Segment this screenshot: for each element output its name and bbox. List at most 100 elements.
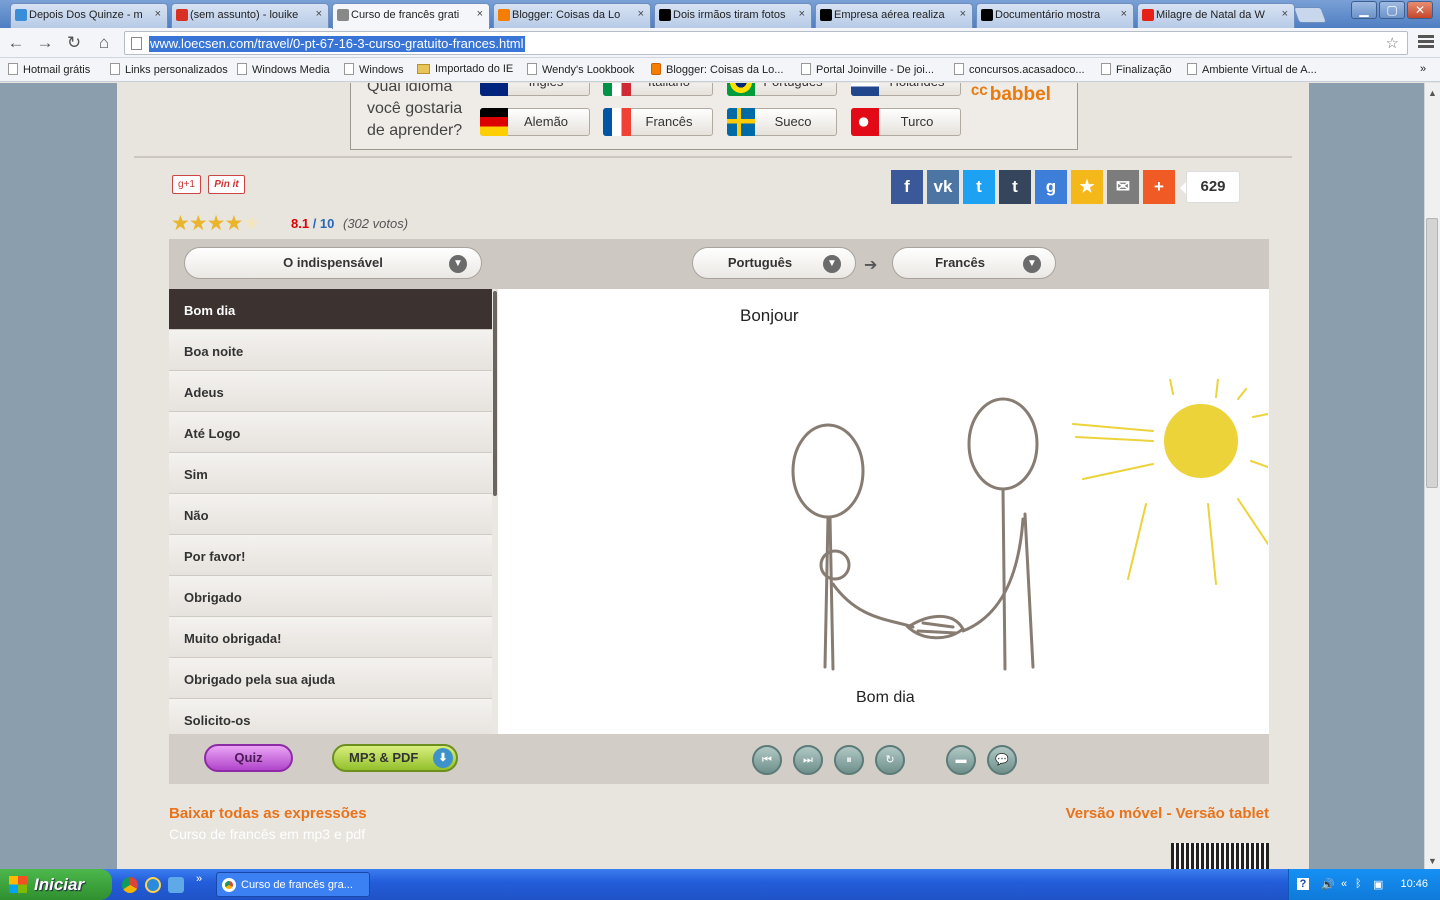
bookmark-star-icon[interactable]: ☆	[1386, 34, 1399, 52]
tab-3[interactable]: Blogger: Coisas da Lo ×	[493, 3, 651, 28]
address-bar[interactable]: www.loecsen.com/travel/0-pt-67-16-3-curs…	[124, 31, 1408, 55]
tab-close-icon[interactable]: ×	[799, 8, 805, 20]
vk-icon[interactable]: vk	[927, 170, 959, 204]
phrase-item[interactable]: Obrigado pela sua ajuda	[169, 658, 492, 699]
phrase-item[interactable]: Obrigado	[169, 576, 492, 617]
close-window-button[interactable]: ✕	[1407, 1, 1433, 19]
volume-icon[interactable]: 🔊	[1321, 878, 1335, 891]
language-button-de[interactable]: Alemão	[480, 108, 590, 136]
help-icon[interactable]: ?	[1297, 878, 1309, 890]
dialog-icon[interactable]: 💬	[987, 745, 1017, 775]
tab-0[interactable]: Depois Dos Quinze - m ×	[10, 3, 168, 28]
phrase-item[interactable]: Adeus	[169, 371, 492, 412]
taskbar-item-chrome[interactable]: Curso de francês gra...	[216, 872, 370, 897]
tab-close-icon[interactable]: ×	[1121, 8, 1127, 20]
pin-it-button[interactable]: Pin it	[208, 175, 245, 194]
network-icon[interactable]: ▣	[1373, 878, 1385, 891]
repeat-icon[interactable]: ↻	[875, 745, 905, 775]
scroll-up-icon[interactable]: ▲	[1428, 88, 1437, 98]
phrase-item[interactable]: Boa noite	[169, 330, 492, 371]
bookmark-item[interactable]: Wendy's Lookbook	[527, 63, 634, 76]
mp3-pdf-button[interactable]: MP3 & PDF ⬇	[332, 744, 458, 772]
phrase-item[interactable]: Não	[169, 494, 492, 535]
tab-6[interactable]: Documentário mostra ×	[976, 3, 1134, 28]
language-button-tr[interactable]: Turco	[851, 108, 961, 136]
maximize-button[interactable]: ▢	[1379, 1, 1405, 19]
minimize-button[interactable]: ▁	[1351, 1, 1377, 19]
bookmark-item[interactable]: Ambiente Virtual de A...	[1187, 63, 1317, 76]
quiz-button[interactable]: Quiz	[204, 744, 293, 772]
phrase-item[interactable]: Muito obrigada!	[169, 617, 492, 658]
internet-explorer-icon[interactable]	[145, 877, 161, 893]
facebook-icon[interactable]: f	[891, 170, 923, 204]
babbel-logo[interactable]: ᶜᶜ babbel	[971, 83, 1051, 106]
category-select[interactable]: O indispensável ▼	[184, 247, 482, 279]
tab-close-icon[interactable]: ×	[638, 8, 644, 20]
phrase-item[interactable]: Por favor!	[169, 535, 492, 576]
subtitle-icon[interactable]: ▬	[946, 745, 976, 775]
phrase-item[interactable]: Até Logo	[169, 412, 492, 453]
url-text[interactable]: www.loecsen.com/travel/0-pt-67-16-3-curs…	[149, 36, 525, 52]
tab-2[interactable]: Curso de francês grati ×	[332, 3, 490, 29]
rating-stars[interactable]: ★★★★★	[171, 211, 261, 236]
bookmark-item[interactable]: Blogger: Coisas da Lo...	[651, 63, 783, 76]
bookmark-item[interactable]: Hotmail grátis	[8, 63, 90, 76]
tray-expand-icon[interactable]: «	[1341, 878, 1353, 890]
tab-close-icon[interactable]: ×	[155, 8, 161, 20]
language-button-br[interactable]: Português	[727, 83, 837, 96]
language-button-fr[interactable]: Francês	[603, 108, 713, 136]
google-plus-one-button[interactable]: g+1	[172, 175, 201, 194]
google-icon[interactable]: g	[1035, 170, 1067, 204]
forward-icon[interactable]: →	[35, 33, 55, 53]
twitter-icon[interactable]: t	[963, 170, 995, 204]
reload-icon[interactable]: ↻	[64, 33, 84, 53]
quick-launch-icon[interactable]	[168, 877, 184, 893]
star-icon[interactable]: ★	[1071, 170, 1103, 204]
phrase-list-scroll-thumb[interactable]	[493, 291, 497, 496]
new-tab-button[interactable]	[1293, 7, 1327, 23]
quick-launch-more[interactable]: »	[196, 873, 202, 885]
flag-se-icon	[727, 108, 755, 136]
start-button[interactable]: Iniciar	[0, 869, 112, 900]
phrase-item[interactable]: Bom dia	[169, 289, 492, 330]
language-button-uk[interactable]: Inglês	[480, 83, 590, 96]
language-button-nl[interactable]: Holandês	[851, 83, 961, 96]
phrase-item[interactable]: Sim	[169, 453, 492, 494]
mobile-tablet-link[interactable]: Versão móvel - Versão tablet	[1066, 805, 1269, 822]
back-icon[interactable]: ←	[6, 33, 26, 53]
scroll-down-icon[interactable]: ▼	[1428, 856, 1437, 866]
tab-close-icon[interactable]: ×	[1282, 8, 1288, 20]
email-icon[interactable]: ✉	[1107, 170, 1139, 204]
language-button-it[interactable]: Italiano	[603, 83, 713, 96]
bookmark-item[interactable]: Links personalizados	[110, 63, 228, 76]
pause-icon[interactable]: ⏸	[834, 745, 864, 775]
from-language-select[interactable]: Português ▼	[692, 247, 856, 279]
bookmark-item[interactable]: concursos.acasadoco...	[954, 63, 1085, 76]
bookmark-item[interactable]: Importado do IE	[417, 63, 513, 75]
bookmark-item[interactable]: Windows Media	[237, 63, 330, 76]
chrome-icon[interactable]	[122, 877, 138, 893]
plus-icon[interactable]: +	[1143, 170, 1175, 204]
download-all-link[interactable]: Baixar todas as expressões	[169, 805, 367, 822]
next-icon[interactable]: ⏭	[793, 745, 823, 775]
bluetooth-icon[interactable]: ᛒ	[1355, 878, 1367, 890]
to-language-select[interactable]: Francês ▼	[892, 247, 1056, 279]
tab-4[interactable]: Dois irmãos tiram fotos ×	[654, 3, 812, 28]
bookmark-item[interactable]: Portal Joinville - De joi...	[801, 63, 934, 76]
bookmark-item[interactable]: Finalização	[1101, 63, 1172, 76]
page-scroll-thumb[interactable]	[1426, 218, 1438, 488]
previous-icon[interactable]: ⏮	[752, 745, 782, 775]
tab-close-icon[interactable]: ×	[960, 8, 966, 20]
tab-5[interactable]: Empresa aérea realiza ×	[815, 3, 973, 28]
tab-1[interactable]: (sem assunto) - louike ×	[171, 3, 329, 28]
phrase-item[interactable]: Solicito-os	[169, 699, 492, 734]
tab-close-icon[interactable]: ×	[316, 8, 322, 20]
tumblr-icon[interactable]: t	[999, 170, 1031, 204]
bookmarks-more[interactable]: »	[1420, 63, 1426, 75]
chrome-menu-icon[interactable]	[1418, 33, 1434, 49]
bookmark-item[interactable]: Windows	[344, 63, 404, 76]
tab-7[interactable]: Milagre de Natal da W ×	[1137, 3, 1295, 28]
language-button-se[interactable]: Sueco	[727, 108, 837, 136]
home-icon[interactable]: ⌂	[94, 33, 114, 53]
tab-close-icon[interactable]: ×	[477, 8, 483, 20]
